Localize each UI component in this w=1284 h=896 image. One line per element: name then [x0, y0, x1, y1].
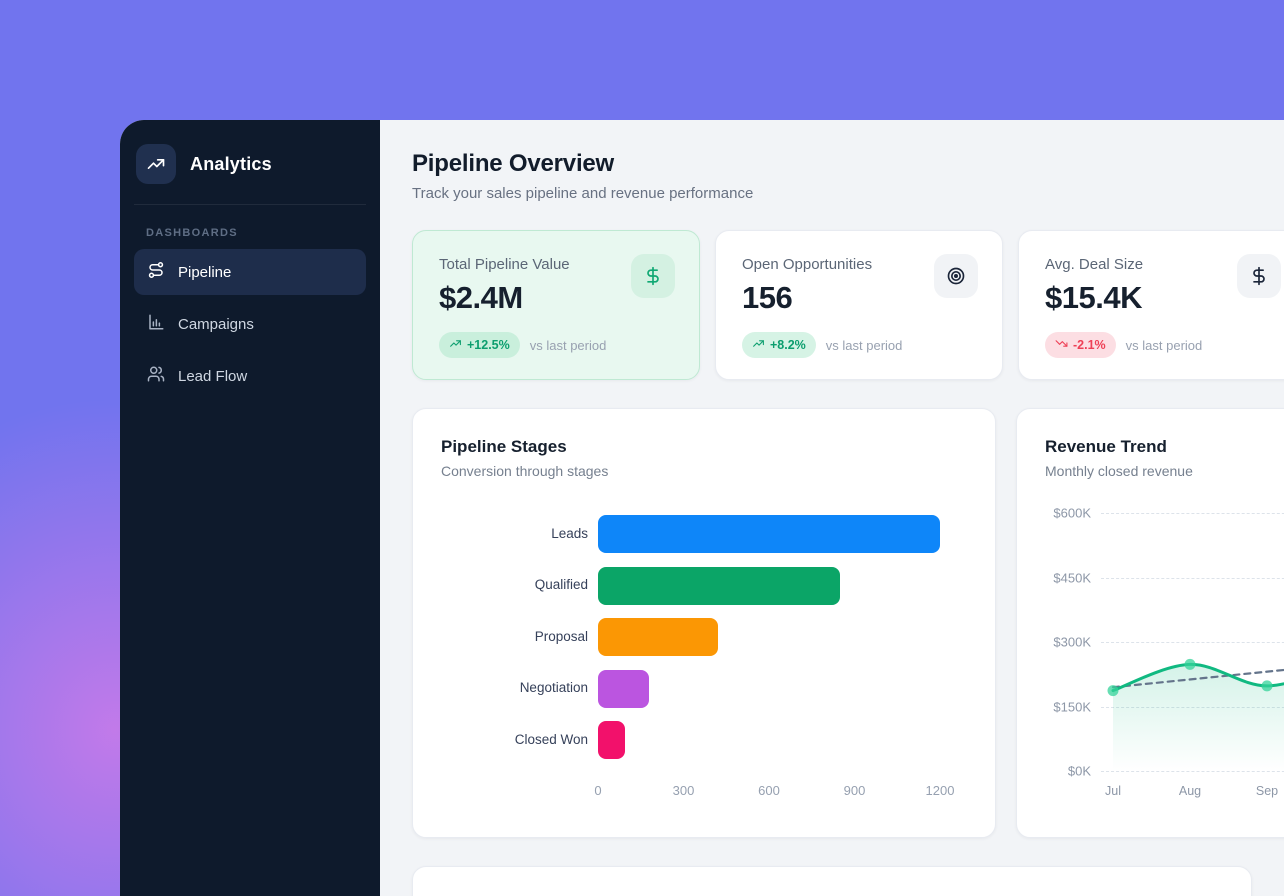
analytics-logo-icon: [136, 144, 176, 184]
stage-bar: [598, 567, 840, 605]
revenue-line-plot: Jul Aug Sep: [1101, 513, 1284, 808]
stage-row: Proposal: [441, 618, 967, 656]
x-tick-label: 300: [673, 783, 695, 798]
kpi-delta-badge: +12.5%: [439, 332, 520, 358]
sidebar-nav: Pipeline Campaigns Lead Flow: [134, 249, 366, 405]
stage-bar: [598, 515, 940, 553]
dollar-icon: [631, 254, 675, 298]
trending-up-icon: [449, 337, 462, 353]
stage-label: Closed Won: [441, 732, 598, 749]
stage-label: Qualified: [441, 577, 598, 594]
sidebar-item-pipeline[interactable]: Pipeline: [134, 249, 366, 295]
app-name: Analytics: [190, 154, 272, 175]
kpi-card: Total Pipeline Value$2.4M+12.5%vs last p…: [412, 230, 700, 380]
revenue-trend-title: Revenue Trend: [1045, 437, 1284, 457]
x-tick-label: Aug: [1179, 784, 1201, 798]
pipeline-stages-subtitle: Conversion through stages: [441, 463, 967, 479]
stage-bar: [598, 721, 625, 759]
route-icon: [147, 261, 165, 283]
x-tick-label: Sep: [1256, 784, 1278, 798]
sidebar-item-label: Lead Flow: [178, 368, 247, 385]
stage-row: Negotiation: [441, 670, 967, 708]
revenue-data-point: [1185, 659, 1196, 670]
kpi-row: Total Pipeline Value$2.4M+12.5%vs last p…: [412, 230, 1252, 380]
y-tick-label: $450K: [1045, 570, 1091, 585]
sidebar-item-campaigns[interactable]: Campaigns: [134, 301, 366, 347]
page-title: Pipeline Overview: [412, 150, 1252, 178]
stage-row: Leads: [441, 515, 967, 553]
page-subtitle: Track your sales pipeline and revenue pe…: [412, 185, 1252, 202]
users-icon: [147, 365, 165, 387]
stage-label: Negotiation: [441, 680, 598, 697]
sidebar-section-label: DASHBOARDS: [146, 227, 354, 239]
x-tick-label: 600: [758, 783, 780, 798]
revenue-data-point: [1262, 680, 1273, 691]
trending-down-icon: [1055, 337, 1068, 353]
pipeline-stages-title: Pipeline Stages: [441, 437, 967, 457]
y-tick-label: $600K: [1045, 506, 1091, 521]
sidebar-item-label: Pipeline: [178, 264, 231, 281]
revenue-trend-chart: $600K $450K $300K $150K $0K Jul Aug Sep: [1045, 505, 1284, 805]
stage-row: Qualified: [441, 567, 967, 605]
x-axis: 03006009001200: [598, 773, 967, 799]
trending-up-icon: [752, 337, 765, 353]
dollar-icon: [1237, 254, 1281, 298]
kpi-delta-badge: -2.1%: [1045, 332, 1116, 358]
x-tick-label: 900: [844, 783, 866, 798]
sidebar-item-lead-flow[interactable]: Lead Flow: [134, 353, 366, 399]
bottom-card-partial: [412, 866, 1252, 896]
revenue-trend-card: Revenue Trend Monthly closed revenue $60…: [1016, 408, 1284, 838]
y-tick-label: $0K: [1045, 764, 1091, 779]
x-tick-label: Jul: [1105, 784, 1121, 798]
charts-row: Pipeline Stages Conversion through stage…: [412, 408, 1252, 838]
stage-row: Closed Won: [441, 721, 967, 759]
kpi-card: Open Opportunities156+8.2%vs last period: [715, 230, 1003, 380]
sidebar-item-label: Campaigns: [178, 316, 254, 333]
kpi-compare-text: vs last period: [826, 338, 903, 353]
revenue-data-point: [1108, 685, 1119, 696]
kpi-card: Avg. Deal Size$15.4K-2.1%vs last period: [1018, 230, 1284, 380]
pipeline-stages-chart: Leads Qualified Proposal Negotiation Closed …: [441, 515, 967, 799]
y-tick-label: $300K: [1045, 635, 1091, 650]
stage-bar: [598, 670, 649, 708]
stage-label: Proposal: [441, 629, 598, 646]
stage-label: Leads: [441, 526, 598, 543]
sidebar: Analytics DASHBOARDS Pipeline Campaigns Le…: [120, 120, 380, 896]
target-icon: [934, 254, 978, 298]
kpi-delta-badge: +8.2%: [742, 332, 816, 358]
revenue-trend-subtitle: Monthly closed revenue: [1045, 463, 1284, 479]
main-content: Pipeline Overview Track your sales pipel…: [380, 120, 1284, 896]
x-tick-label: 1200: [926, 783, 955, 798]
brand: Analytics: [134, 138, 366, 205]
app-window: Analytics DASHBOARDS Pipeline Campaigns Le…: [120, 120, 1284, 896]
kpi-compare-text: vs last period: [1126, 338, 1203, 353]
y-tick-label: $150K: [1045, 699, 1091, 714]
pipeline-stages-card: Pipeline Stages Conversion through stage…: [412, 408, 996, 838]
kpi-compare-text: vs last period: [530, 338, 607, 353]
stage-bar: [598, 618, 718, 656]
bar-chart-icon: [147, 313, 165, 335]
x-tick-label: 0: [594, 783, 601, 798]
